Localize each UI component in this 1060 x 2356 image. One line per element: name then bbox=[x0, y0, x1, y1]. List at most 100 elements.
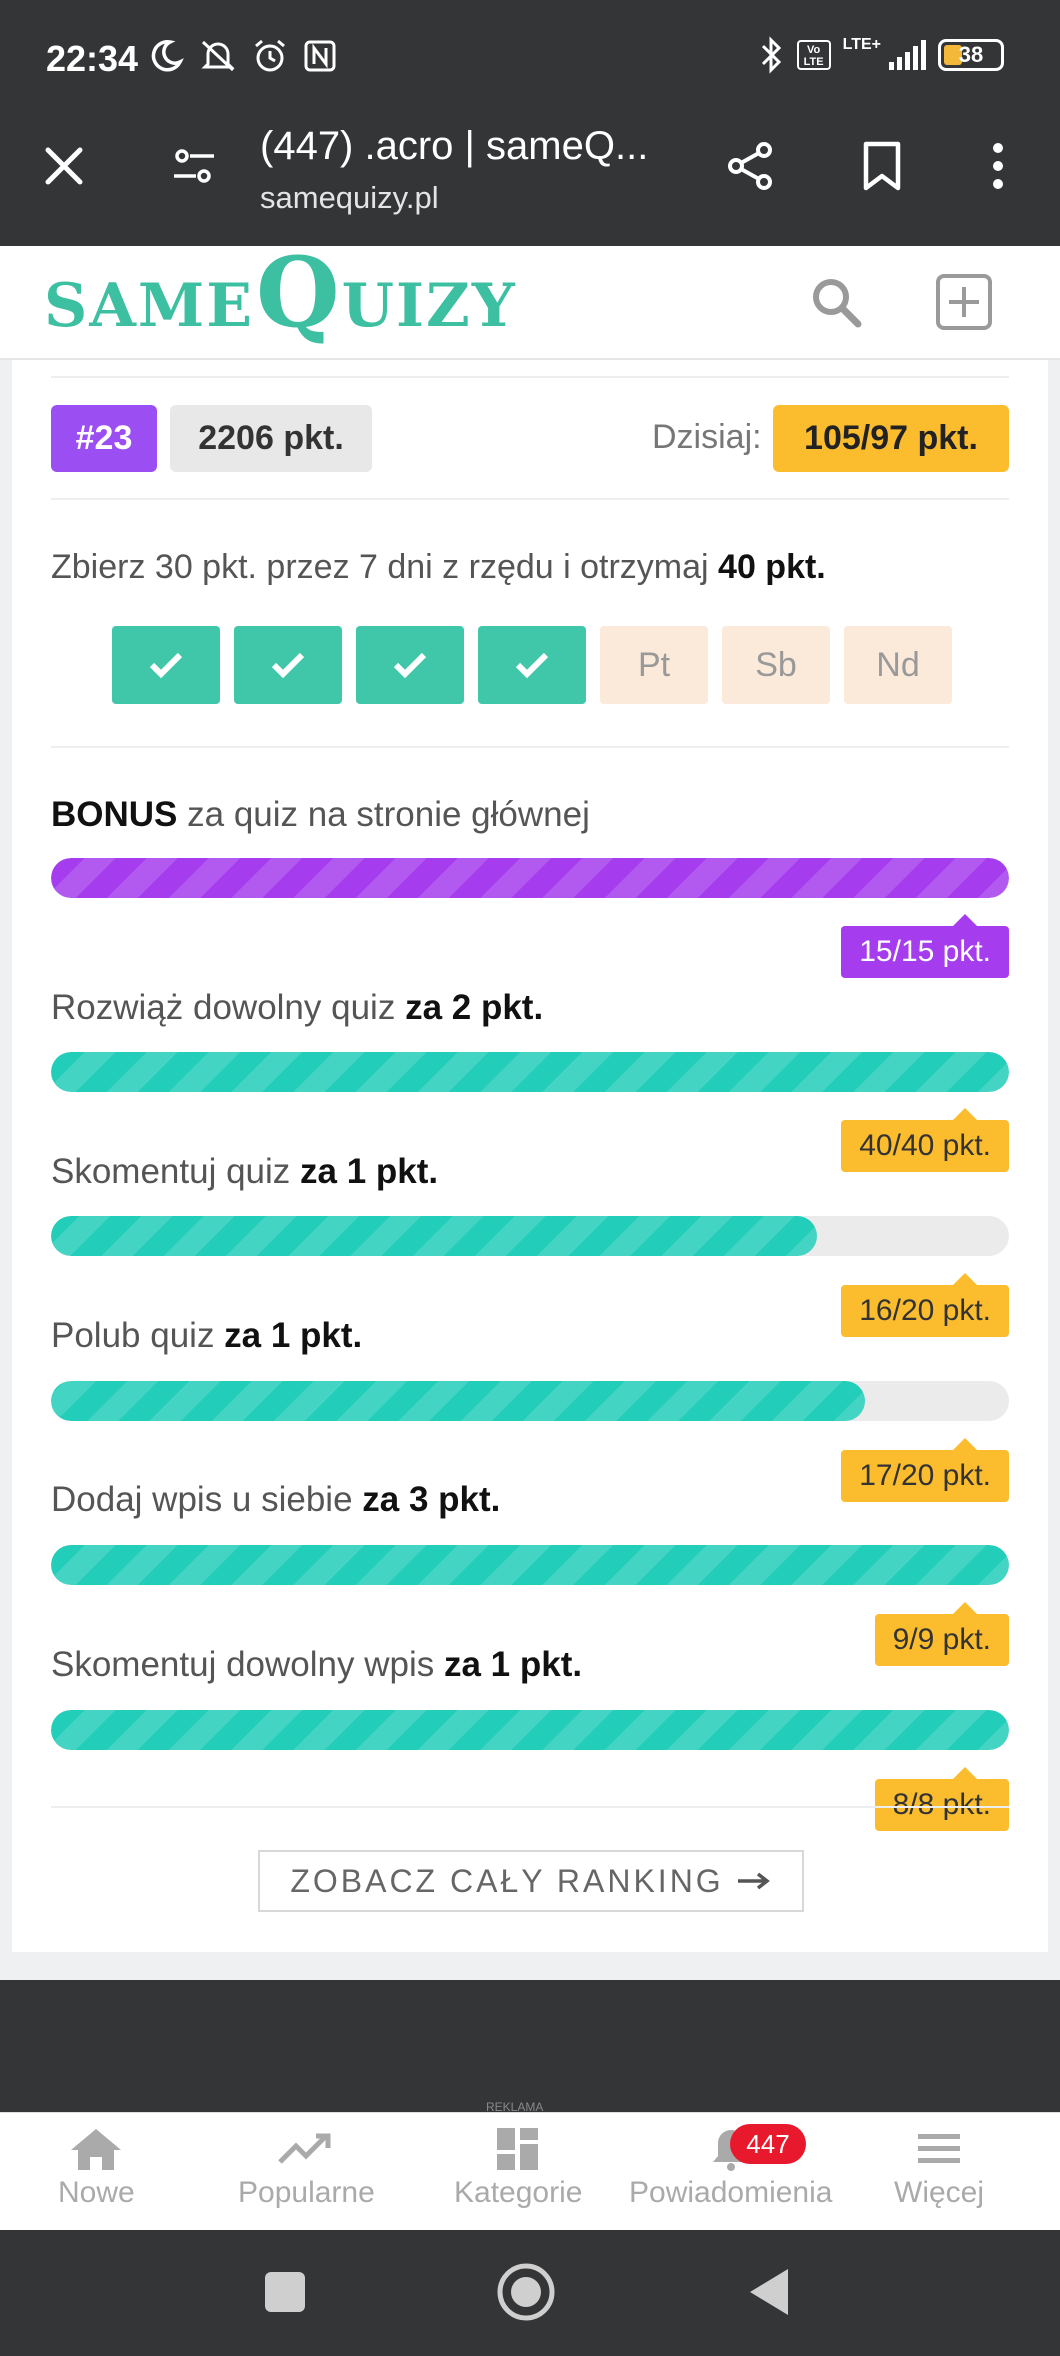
task-progress-fill bbox=[51, 858, 1009, 898]
task-points-tag: 16/20 pkt. bbox=[841, 1273, 1009, 1337]
task-progress-fill bbox=[51, 1710, 1009, 1750]
streak-day bbox=[356, 626, 464, 704]
status-icons-right: Vo LTE LTE+ 38 bbox=[759, 36, 1004, 74]
nav-label: Kategorie bbox=[454, 2176, 583, 2209]
task-text: za quiz na stronie głównej bbox=[177, 795, 590, 834]
streak-day bbox=[112, 626, 220, 704]
nav-label: Więcej bbox=[894, 2176, 985, 2209]
status-icons bbox=[148, 38, 338, 74]
task-text: Polub quiz bbox=[51, 1316, 225, 1355]
task-label: Skomentuj quiz za 1 pkt. bbox=[51, 1152, 438, 1192]
recents-icon[interactable] bbox=[255, 2262, 315, 2322]
task-progress-bar bbox=[51, 1710, 1009, 1750]
task-text: Rozwiąż dowolny quiz bbox=[51, 988, 406, 1027]
nav-item-popularne[interactable]: Popularne bbox=[238, 2126, 375, 2210]
task-label: BONUS za quiz na stronie głównej bbox=[51, 795, 590, 835]
today-label: Dzisiaj: bbox=[652, 418, 762, 456]
streak-day: Nd bbox=[844, 626, 952, 704]
task-label: Dodaj wpis u siebie za 3 pkt. bbox=[51, 1480, 500, 1520]
nav-item-wiecej[interactable]: Więcej bbox=[894, 2126, 984, 2210]
status-time: 22:34 bbox=[46, 38, 139, 79]
logo-big-letter: Q bbox=[256, 236, 340, 349]
task-points-tag: 9/9 pkt. bbox=[874, 1602, 1009, 1666]
streak-days: Pt Sb Nd bbox=[112, 626, 952, 704]
rank-badge: #23 bbox=[51, 405, 157, 472]
share-icon[interactable] bbox=[720, 136, 780, 196]
streak-text: Zbierz 30 pkt. przez 7 dni z rzędu i otr… bbox=[51, 548, 719, 586]
task-progress-fill bbox=[51, 1545, 1009, 1585]
menu-icon bbox=[918, 2134, 960, 2163]
ad-area bbox=[0, 1980, 1060, 2112]
logo-suffix: UIZY bbox=[341, 271, 517, 342]
nav-label: Popularne bbox=[238, 2176, 375, 2209]
task-points-tag: 17/20 pkt. bbox=[841, 1438, 1009, 1502]
divider bbox=[51, 1806, 1009, 1808]
volte-icon: Vo LTE bbox=[796, 40, 831, 70]
task-points-tag: 40/40 pkt. bbox=[841, 1108, 1009, 1172]
moon-icon bbox=[151, 40, 184, 72]
task-prefix: BONUS bbox=[51, 795, 178, 834]
nav-item-kategorie[interactable]: Kategorie bbox=[454, 2126, 582, 2210]
back-icon[interactable] bbox=[738, 2262, 798, 2322]
search-icon[interactable] bbox=[806, 272, 866, 332]
task-progress-fill bbox=[51, 1216, 818, 1256]
check-icon bbox=[515, 652, 549, 678]
signal-icon bbox=[889, 40, 926, 70]
streak-day bbox=[478, 626, 586, 704]
battery-level: 38 bbox=[958, 42, 984, 67]
task-reward: za 3 pkt. bbox=[362, 1480, 501, 1519]
total-points-badge: 2206 pkt. bbox=[170, 405, 372, 472]
task-progress-fill bbox=[51, 1052, 1009, 1092]
bookmark-icon[interactable] bbox=[852, 136, 912, 196]
task-text: Dodaj wpis u siebie bbox=[51, 1480, 363, 1519]
nav-item-nowe[interactable]: Nowe bbox=[58, 2126, 135, 2210]
streak-day: Sb bbox=[722, 626, 830, 704]
add-quiz-icon[interactable] bbox=[934, 272, 994, 332]
task-label: Rozwiąż dowolny quiz za 2 pkt. bbox=[51, 988, 543, 1028]
task-text: Skomentuj quiz bbox=[51, 1152, 301, 1191]
task-points-tag: 15/15 pkt. bbox=[841, 914, 1009, 978]
logo-prefix: SAME bbox=[44, 271, 255, 342]
battery-icon: 38 bbox=[938, 39, 1004, 71]
task-label: Skomentuj dowolny wpis za 1 pkt. bbox=[51, 1645, 582, 1685]
task-progress-fill bbox=[51, 1381, 866, 1421]
see-full-ranking-button[interactable]: ZOBACZ CAŁY RANKING bbox=[258, 1850, 804, 1912]
streak-reward: 40 pkt. bbox=[718, 548, 826, 586]
notification-count-badge: 447 bbox=[730, 2124, 806, 2164]
status-bar: 22:34 Vo LTE LTE+ 38 bbox=[0, 0, 1060, 118]
mute-icon bbox=[201, 40, 235, 72]
task-reward: za 1 pkt. bbox=[300, 1152, 439, 1191]
close-icon[interactable] bbox=[34, 136, 94, 196]
url-domain[interactable]: samequizy.pl bbox=[260, 180, 439, 216]
home-icon bbox=[71, 2129, 122, 2170]
task-reward: za 1 pkt. bbox=[443, 1645, 583, 1684]
trending-icon bbox=[278, 2133, 331, 2164]
streak-description: Zbierz 30 pkt. przez 7 dni z rzędu i otr… bbox=[51, 548, 826, 587]
task-label: Polub quiz za 1 pkt. bbox=[51, 1316, 362, 1356]
task-points-tag: 8/8 pkt. bbox=[874, 1767, 1009, 1831]
divider bbox=[51, 746, 1009, 748]
nav-label: Nowe bbox=[58, 2176, 135, 2209]
task-progress-bar bbox=[51, 1381, 1009, 1421]
network-label: LTE+ bbox=[842, 36, 881, 53]
check-icon bbox=[393, 652, 427, 678]
check-icon bbox=[149, 652, 183, 678]
more-menu-icon[interactable] bbox=[968, 136, 1028, 196]
home-button-icon[interactable] bbox=[496, 2262, 556, 2322]
nav-label: Powiadomienia bbox=[629, 2176, 833, 2209]
task-reward: za 1 pkt. bbox=[224, 1316, 363, 1355]
task-progress-bar bbox=[51, 1216, 1009, 1256]
arrow-right-icon bbox=[737, 1872, 770, 1890]
samequizy-logo[interactable]: SAME Q UIZY bbox=[44, 236, 517, 349]
tab-title[interactable]: (447) .acro | sameQ... bbox=[260, 124, 648, 169]
ranking-button-label: ZOBACZ CAŁY RANKING bbox=[290, 1862, 724, 1899]
bluetooth-icon bbox=[761, 36, 781, 74]
divider bbox=[51, 498, 1009, 500]
task-reward: za 2 pkt. bbox=[405, 988, 544, 1027]
alarm-icon bbox=[255, 39, 285, 72]
site-settings-icon[interactable] bbox=[164, 136, 224, 196]
nfc-icon bbox=[304, 40, 336, 72]
streak-day: Pt bbox=[600, 626, 708, 704]
divider bbox=[51, 376, 1009, 378]
task-text: Skomentuj dowolny wpis bbox=[51, 1645, 444, 1684]
